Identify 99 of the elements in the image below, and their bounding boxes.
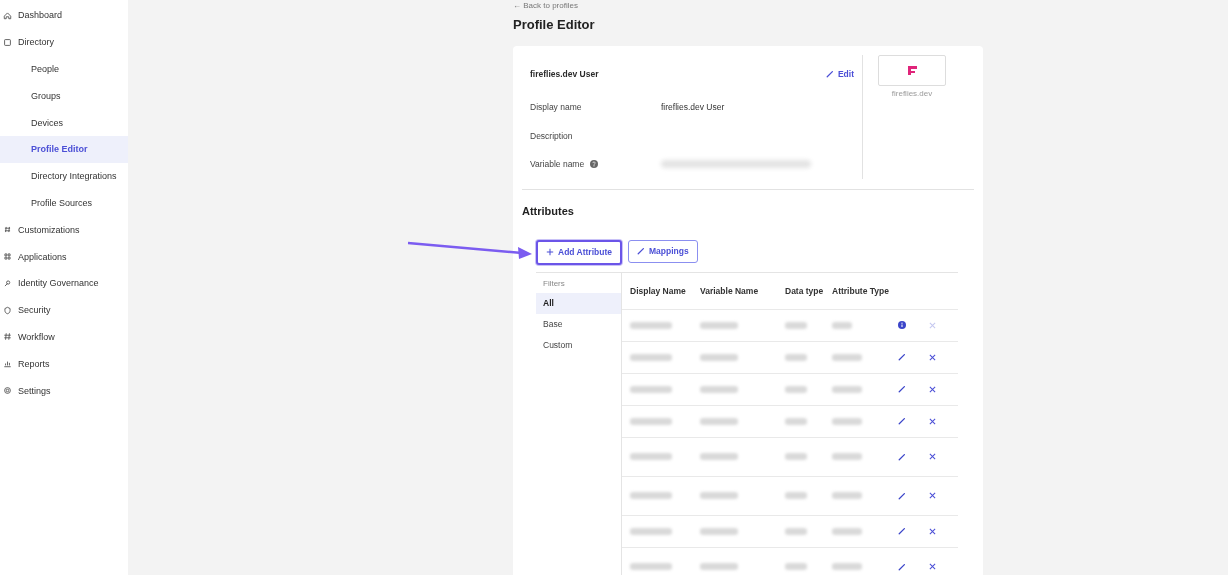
sidebar-item[interactable]: Security (0, 296, 128, 324)
plus-icon (546, 248, 554, 256)
settings-icon (3, 386, 12, 396)
blurred-text (630, 417, 672, 425)
blurred-text (785, 353, 807, 361)
app-name: fireflies.dev (891, 89, 933, 98)
filter-item[interactable]: Custom (536, 334, 621, 356)
profile-name: fireflies.dev User (530, 69, 599, 79)
blurred-text (630, 527, 672, 535)
blurred-text (785, 527, 807, 535)
blurred-text (700, 353, 738, 361)
sidebar-subitem[interactable]: Directory Integrations (0, 162, 128, 190)
blurred-text (785, 453, 807, 460)
sidebar-item[interactable]: Directory (0, 28, 128, 56)
chart-icon (3, 359, 12, 369)
filter-item[interactable]: All (536, 292, 621, 314)
blurred-text (832, 453, 862, 460)
key-icon (3, 278, 12, 288)
blurred-text (630, 385, 672, 393)
blurred-text (785, 321, 807, 329)
sidebar-item[interactable]: Applications (0, 243, 128, 270)
edit-button[interactable] (896, 383, 908, 395)
sidebar-item[interactable]: Customizations (0, 216, 128, 244)
sidebar-item[interactable]: Reports (0, 350, 128, 378)
home-icon (3, 10, 12, 20)
logo-icon (907, 66, 917, 75)
blurred-text (832, 492, 862, 499)
shield-icon (3, 305, 12, 315)
sidebar-subitem[interactable]: Profile Editor (0, 136, 128, 163)
grid-icon (3, 252, 12, 262)
page-title: Profile Editor (513, 17, 596, 32)
filter-item[interactable]: Base (536, 313, 621, 335)
action-button[interactable]: Add Attribute (536, 239, 622, 265)
column-header: Display Name (630, 284, 687, 298)
close-icon (928, 353, 936, 361)
blurred-text (630, 353, 672, 361)
column-header: Variable Name (700, 284, 760, 298)
pencil-icon (898, 417, 906, 425)
blurred-text (785, 563, 807, 570)
field-label: Display name (530, 102, 582, 113)
sidebar-item[interactable]: Identity Governance (0, 269, 128, 297)
action-button[interactable]: Mappings (628, 239, 698, 263)
blurred-text (832, 385, 862, 393)
edit-button[interactable] (896, 415, 908, 427)
blurred-text (700, 321, 738, 329)
blurred-text (832, 321, 852, 329)
pencil-icon (825, 70, 834, 78)
pencil-icon (898, 491, 906, 500)
blurred-text (832, 417, 862, 425)
pencil-icon (898, 562, 906, 571)
sidebar-item[interactable]: Dashboard (0, 2, 128, 29)
edit-link[interactable]: Edit (825, 69, 854, 79)
column-header: Data type (785, 284, 825, 298)
field-label: Description (530, 130, 573, 141)
close-icon (928, 563, 936, 570)
blurred-text (785, 385, 807, 393)
sidebar-subitem[interactable]: Profile Sources (0, 189, 128, 217)
sidebar-subitem[interactable]: Groups (0, 82, 128, 110)
blurred-text (832, 563, 862, 570)
close-icon (928, 453, 936, 460)
pencil-icon (898, 385, 906, 393)
pencil-icon (898, 452, 906, 461)
blurred-text (630, 492, 672, 499)
column-header: Attribute Type (832, 284, 890, 298)
back-link[interactable]: ← Back to profiles (513, 0, 578, 11)
pencil-icon (898, 527, 906, 535)
blurred-text (630, 321, 672, 329)
blurred-text (832, 527, 862, 535)
blurred-text (785, 417, 807, 425)
pencil-icon (637, 247, 645, 255)
hash-icon (3, 332, 12, 342)
pencil-icon (898, 353, 906, 361)
blurred-text (700, 563, 738, 570)
edit-button[interactable] (896, 525, 908, 537)
sidebar-item[interactable]: Settings (0, 377, 128, 404)
field-value: fireflies.dev User (661, 102, 725, 113)
blurred-text (785, 492, 807, 499)
blurred-text (700, 527, 738, 535)
blurred-text (700, 417, 738, 425)
field-label: Variable name (530, 159, 585, 170)
info-button[interactable] (896, 319, 908, 331)
sidebar-subitem[interactable]: Devices (0, 109, 128, 136)
close-icon (928, 417, 936, 425)
close-icon (928, 492, 936, 499)
filters-heading: Filters (542, 277, 566, 290)
blurred-text (700, 453, 738, 460)
close-icon (928, 321, 936, 329)
sidebar-item[interactable]: Workflow (0, 323, 128, 351)
close-icon (928, 385, 936, 393)
sidebar-subitem[interactable]: People (0, 55, 128, 83)
blurred-text (630, 563, 672, 570)
blurred-text (630, 453, 672, 460)
blurred-text (832, 353, 862, 361)
section-heading: Attributes (522, 204, 575, 217)
blurred-text (700, 492, 738, 499)
info-icon (898, 321, 906, 329)
close-icon (928, 527, 936, 535)
edit-button[interactable] (896, 351, 908, 363)
blurred-text (700, 385, 738, 393)
